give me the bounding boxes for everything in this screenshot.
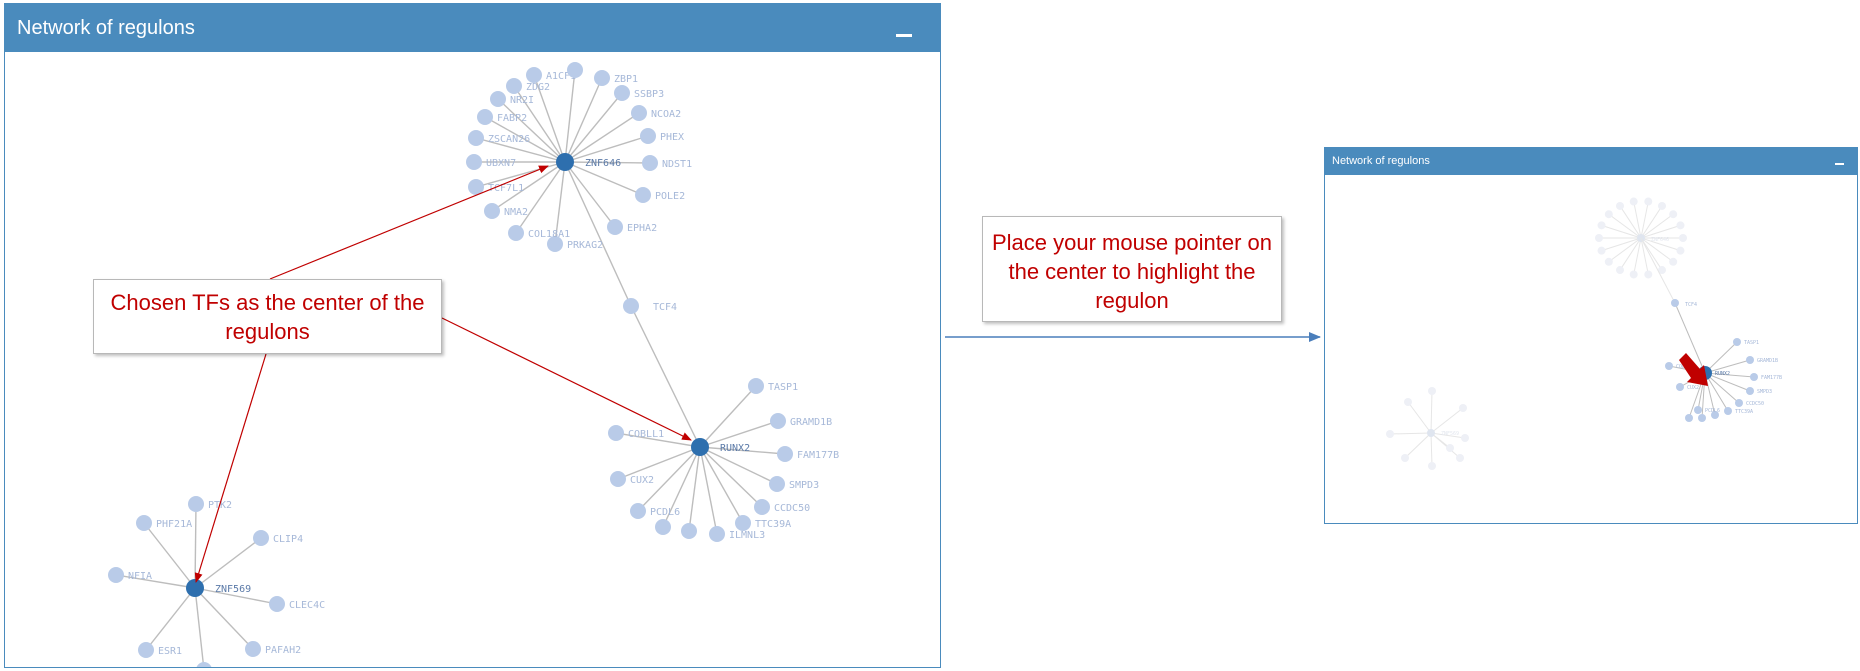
arrow-to-znf646 [269, 165, 549, 280]
pointer-arrow-icon [1679, 353, 1708, 386]
arrow-to-znf569 [194, 353, 267, 583]
callout-mouse-hint: Place your mouse pointer on the center t… [982, 216, 1282, 322]
callout-chosen-tfs: Chosen TFs as the center of the regulons [93, 279, 442, 354]
arrow-to-runx2 [441, 317, 692, 441]
